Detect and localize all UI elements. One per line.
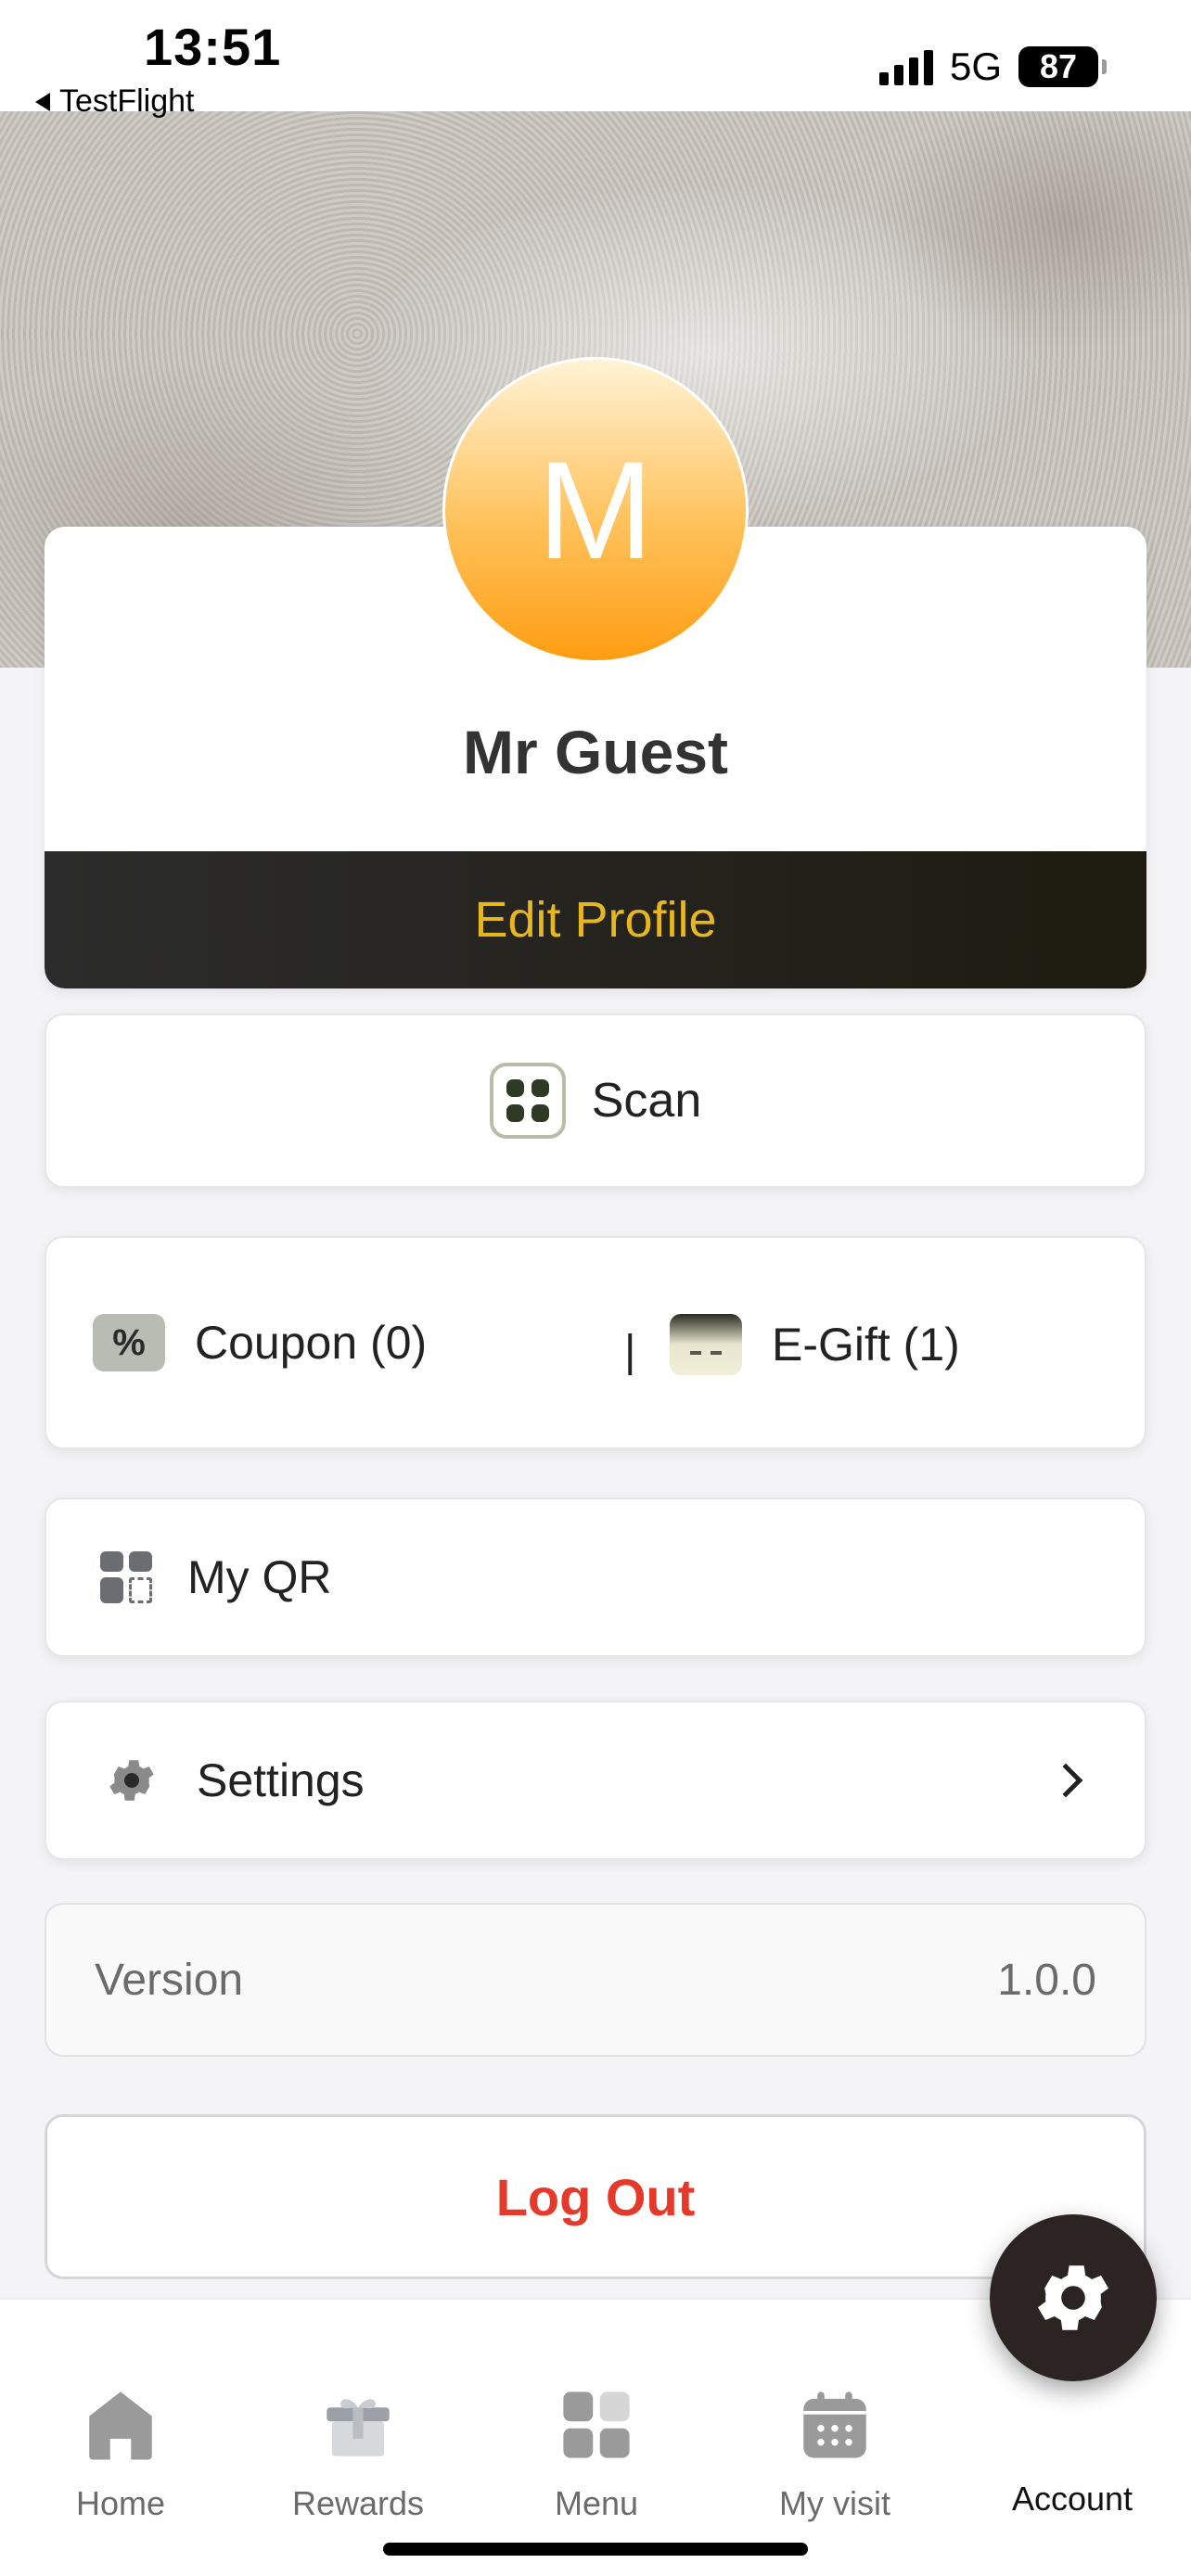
egift-button[interactable]: E-Gift (1) (670, 1314, 960, 1375)
coupon-label: Coupon (0) (195, 1317, 428, 1369)
chevron-right-icon (1048, 1763, 1083, 1798)
tab-menu-label: Menu (554, 2484, 639, 2522)
tab-account[interactable]: Account (980, 2383, 1165, 2519)
gear-icon (1038, 2265, 1108, 2330)
back-to-app-link[interactable]: TestFlight (35, 83, 195, 120)
settings-row[interactable]: Settings (45, 1701, 1146, 1860)
coupon-button[interactable]: % Coupon (0) (93, 1314, 427, 1371)
version-row: Version 1.0.0 (45, 1903, 1146, 2057)
calendar-icon (803, 2391, 866, 2458)
tab-rewards-label: Rewards (291, 2484, 425, 2522)
my-qr-label: My QR (187, 1551, 332, 1603)
gift-icon (327, 2399, 390, 2456)
scan-label: Scan (591, 1074, 702, 1128)
home-indicator (383, 2543, 808, 2556)
wallet-divider: | (624, 1327, 636, 1376)
tab-home[interactable]: Home (28, 2383, 213, 2523)
edit-profile-button[interactable]: Edit Profile (45, 851, 1146, 988)
avatar[interactable]: M (442, 357, 749, 663)
tab-account-label: Account (1011, 2480, 1133, 2518)
tab-home-label: Home (75, 2484, 166, 2522)
gear-icon (109, 1760, 154, 1801)
account-fab-button[interactable] (990, 2214, 1157, 2381)
signal-icon (878, 48, 933, 85)
tab-rewards[interactable]: Rewards (265, 2383, 451, 2523)
coupon-icon: % (93, 1314, 165, 1371)
avatar-initial: M (537, 431, 654, 588)
battery-icon: 87 (1018, 46, 1107, 87)
my-qr-button[interactable]: My QR (45, 1498, 1146, 1657)
version-value: 1.0.0 (997, 1955, 1096, 2005)
scan-icon (489, 1063, 566, 1139)
version-label: Version (95, 1955, 244, 2005)
back-app-label: TestFlight (59, 83, 195, 119)
grid-icon (563, 2391, 630, 2458)
tab-my-visit[interactable]: My visit (742, 2383, 928, 2523)
status-indicators: 5G 87 (878, 45, 1107, 89)
logout-button[interactable]: Log Out (45, 2114, 1146, 2279)
network-label: 5G (949, 45, 1002, 88)
tab-menu[interactable]: Menu (504, 2383, 689, 2523)
logout-label: Log Out (495, 2167, 696, 2226)
qr-code-icon (100, 1551, 152, 1603)
status-time: 13:51 (144, 18, 282, 76)
back-arrow-icon (35, 92, 50, 111)
egift-label: E-Gift (1) (772, 1319, 960, 1371)
battery-level: 87 (1039, 47, 1078, 85)
profile-name: Mr Guest (462, 718, 729, 786)
tab-account-icon-space (1031, 2383, 1114, 2467)
settings-label: Settings (197, 1754, 365, 1806)
scan-button[interactable]: Scan (45, 1014, 1146, 1188)
home-icon (89, 2391, 152, 2460)
egift-icon (670, 1314, 742, 1375)
status-bar: 13:51 TestFlight 5G 87 (0, 0, 1191, 119)
tab-my-visit-label: My visit (779, 2484, 890, 2522)
wallet-card: % Coupon (0) | E-Gift (1) (45, 1236, 1146, 1449)
